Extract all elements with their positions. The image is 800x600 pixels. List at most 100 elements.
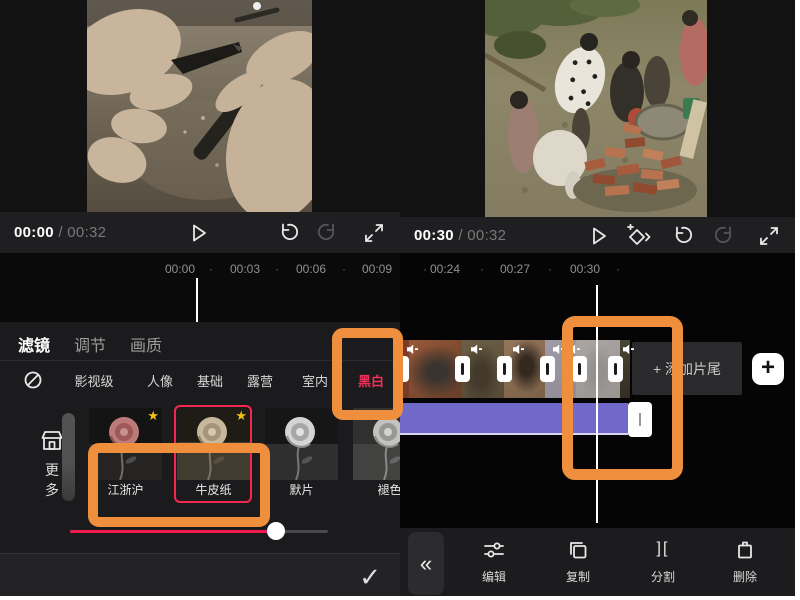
track-trim-handle[interactable] bbox=[628, 402, 652, 437]
left-time-current: 00:00 bbox=[14, 224, 54, 241]
split-icon: ][ bbox=[633, 536, 693, 564]
right-playback-bar: 00:30 / 00:32 bbox=[400, 217, 800, 253]
tab-filter[interactable]: 滤镜 bbox=[18, 332, 50, 356]
transition-marker[interactable] bbox=[497, 356, 512, 382]
filter-name: 褪色 bbox=[353, 480, 400, 500]
add-ending-button[interactable]: + 添加片尾 bbox=[632, 342, 742, 395]
filter-name: 江浙沪 bbox=[89, 480, 162, 500]
mute-icon bbox=[622, 344, 635, 355]
left-video-preview-image bbox=[87, 0, 312, 212]
transition-marker[interactable] bbox=[540, 356, 555, 382]
transition-marker[interactable] bbox=[572, 356, 587, 382]
tab-adjust[interactable]: 调节 bbox=[74, 332, 106, 356]
tab-quality[interactable]: 画质 bbox=[130, 332, 162, 356]
slider-knob[interactable] bbox=[267, 522, 285, 540]
right-video-preview-image bbox=[485, 0, 707, 217]
right-playhead[interactable] bbox=[596, 285, 598, 523]
filter-thumbnail bbox=[353, 408, 400, 480]
filter-confirm-bar: ✓ bbox=[0, 553, 400, 600]
tool-label: 编辑 bbox=[464, 568, 524, 585]
category-camping[interactable]: 露营 bbox=[247, 371, 273, 390]
right-timeline-ruler[interactable]: · 00:24 · 00:27 · 00:30 · bbox=[400, 253, 800, 293]
sliders-icon bbox=[464, 536, 524, 564]
play-icon[interactable] bbox=[586, 224, 610, 248]
mute-icon bbox=[512, 344, 525, 355]
redo-icon[interactable] bbox=[316, 221, 340, 245]
transition-marker[interactable] bbox=[455, 356, 470, 382]
ruler-dot: · bbox=[209, 262, 213, 276]
filter-item-niupizhi[interactable]: ★ 牛皮纸 bbox=[177, 408, 250, 500]
left-time-display: 00:00 / 00:32 bbox=[14, 224, 106, 241]
filter-panel: 滤镜 调节 画质 影视级 人像 基础 露营 室内 黑白 更多 bbox=[0, 322, 400, 600]
screenshot-edge bbox=[0, 596, 800, 600]
undo-icon[interactable] bbox=[670, 224, 694, 248]
left-video-preview[interactable] bbox=[0, 0, 400, 212]
star-icon: ★ bbox=[147, 408, 159, 424]
trash-icon bbox=[715, 536, 775, 564]
ruler-tick: 00:27 bbox=[500, 262, 530, 276]
ruler-dot: · bbox=[480, 262, 484, 276]
filter-scroll-indicator[interactable] bbox=[62, 413, 75, 501]
delete-button[interactable]: 删除 bbox=[715, 536, 775, 585]
category-cinematic[interactable]: 影视级 bbox=[74, 371, 113, 390]
tool-label: 复制 bbox=[548, 568, 608, 585]
left-editor-panel: 00:00 / 00:32 00:00 · 00:03 · 00:06 · 00 bbox=[0, 0, 400, 600]
ruler-tick: 00:06 bbox=[296, 262, 326, 276]
audio-track[interactable] bbox=[400, 403, 628, 435]
fullscreen-icon[interactable] bbox=[757, 224, 781, 248]
clip-toolbar: « 编辑 复制 ][ 分割 删除 bbox=[400, 528, 795, 600]
mute-icon bbox=[568, 344, 581, 355]
ruler-dot: · bbox=[616, 262, 620, 276]
add-clip-button[interactable]: + bbox=[752, 353, 784, 385]
redo-icon[interactable] bbox=[713, 224, 737, 248]
filter-name: 牛皮纸 bbox=[177, 480, 250, 500]
right-time-total: / 00:32 bbox=[458, 227, 506, 244]
ruler-dot: · bbox=[423, 262, 427, 276]
category-basic[interactable]: 基础 bbox=[197, 371, 223, 390]
copy-button[interactable]: 复制 bbox=[548, 536, 608, 585]
collapse-toolbar-button[interactable]: « bbox=[408, 532, 444, 595]
right-video-preview[interactable] bbox=[400, 0, 800, 217]
ruler-tick: 00:30 bbox=[570, 262, 600, 276]
mute-icon bbox=[406, 344, 419, 355]
split-button[interactable]: ][ 分割 bbox=[633, 536, 693, 585]
ruler-tick: 00:24 bbox=[430, 262, 460, 276]
category-indoor[interactable]: 室内 bbox=[302, 371, 328, 390]
undo-icon[interactable] bbox=[276, 221, 300, 245]
transition-marker[interactable] bbox=[608, 356, 623, 382]
category-portrait[interactable]: 人像 bbox=[147, 371, 173, 390]
filter-item-mopian[interactable]: 默片 bbox=[265, 408, 338, 500]
filter-item-tuise[interactable]: 褪色 bbox=[353, 408, 400, 500]
right-editor-panel: 00:30 / 00:32 · 00:24 · 00:27 bbox=[400, 0, 800, 600]
left-time-total: / 00:32 bbox=[58, 224, 106, 241]
ruler-dot: · bbox=[342, 262, 346, 276]
left-playhead[interactable] bbox=[196, 278, 198, 322]
filter-name: 默片 bbox=[265, 480, 338, 500]
mute-icon bbox=[552, 344, 565, 355]
right-time-current: 00:30 bbox=[414, 227, 454, 244]
filter-intensity-slider[interactable] bbox=[70, 530, 328, 533]
filter-item-jiangzhehu[interactable]: ★ 江浙沪 bbox=[89, 408, 162, 500]
video-editor-tutorial-screenshot: 00:00 / 00:32 00:00 · 00:03 · 00:06 · 00 bbox=[0, 0, 800, 600]
right-time-display: 00:30 / 00:32 bbox=[414, 227, 506, 244]
play-icon[interactable] bbox=[186, 221, 210, 245]
copy-icon bbox=[548, 536, 608, 564]
left-timeline-ruler[interactable]: 00:00 · 00:03 · 00:06 · 00:09 bbox=[0, 253, 400, 322]
confirm-check-button[interactable]: ✓ bbox=[359, 562, 381, 592]
star-icon: ★ bbox=[235, 408, 247, 424]
ruler-dot: · bbox=[548, 262, 552, 276]
tool-label: 删除 bbox=[715, 568, 775, 585]
left-playback-bar: 00:00 / 00:32 bbox=[0, 212, 400, 253]
tool-label: 分割 bbox=[633, 568, 693, 585]
fullscreen-icon[interactable] bbox=[362, 221, 386, 245]
edit-button[interactable]: 编辑 bbox=[464, 536, 524, 585]
slider-fill bbox=[70, 530, 276, 533]
filter-thumbnail bbox=[265, 408, 338, 480]
keyframe-icon[interactable] bbox=[624, 224, 652, 248]
filter-none-icon[interactable] bbox=[23, 370, 43, 390]
category-blackwhite[interactable]: 黑白 bbox=[358, 371, 384, 390]
transition-marker[interactable] bbox=[400, 356, 409, 382]
ruler-tick: 00:00 bbox=[165, 262, 195, 276]
ruler-tick: 00:09 bbox=[362, 262, 392, 276]
screenshot-edge bbox=[795, 0, 800, 600]
